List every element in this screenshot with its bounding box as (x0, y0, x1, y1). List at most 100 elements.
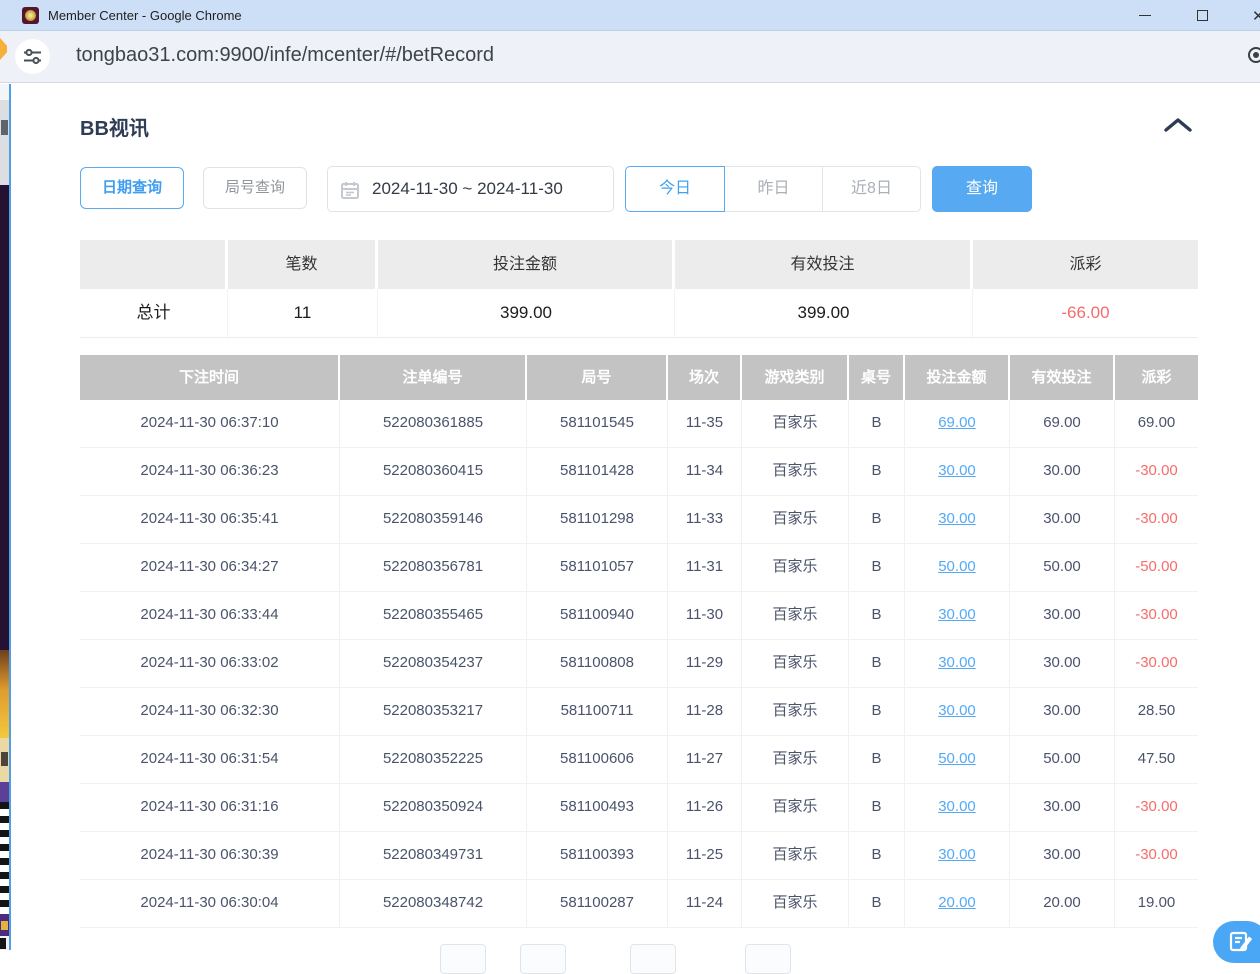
bet-header-cell: 场次 (668, 355, 742, 400)
table-row: 2024-11-30 06:35:41522080359146581101298… (80, 496, 1198, 544)
cell-payout: -30.00 (1115, 784, 1198, 831)
minimize-button[interactable] (1122, 0, 1168, 31)
cell-game-type: 百家乐 (742, 832, 849, 879)
cell-valid-bet: 50.00 (1010, 544, 1115, 591)
table-row: 2024-11-30 06:31:16522080350924581100493… (80, 784, 1198, 832)
summary-header-cell: 投注金额 (378, 240, 675, 289)
cell-session: 11-28 (668, 688, 742, 735)
tune-sliders-icon (23, 47, 42, 66)
cell-table-id: B (849, 448, 905, 495)
background-text-fragment (1, 120, 8, 135)
cell-round-id: 581100393 (527, 832, 668, 879)
table-row: 2024-11-30 06:30:04522080348742581100287… (80, 880, 1198, 928)
cell-valid-bet: 30.00 (1010, 592, 1115, 639)
target-icon[interactable] (1248, 47, 1260, 63)
cell-game-type: 百家乐 (742, 688, 849, 735)
summary-header-cell: 笔数 (228, 240, 378, 289)
background-page-strip (0, 100, 9, 185)
cell-bet-amount: 30.00 (905, 496, 1010, 543)
yesterday-tab[interactable]: 昨日 (724, 166, 823, 212)
cell-bet-time: 2024-11-30 06:36:23 (80, 448, 340, 495)
cell-payout: 69.00 (1115, 400, 1198, 447)
cell-round-id: 581100287 (527, 880, 668, 927)
cell-bet-amount: 30.00 (905, 832, 1010, 879)
bet-table-header-row: 下注时间注单编号局号场次游戏类别桌号投注金额有效投注派彩 (80, 355, 1198, 400)
cell-bet-time: 2024-11-30 06:30:39 (80, 832, 340, 879)
site-info-button[interactable] (15, 39, 50, 74)
cell-bet-amount: 50.00 (905, 544, 1010, 591)
bet-amount-link[interactable]: 69.00 (938, 414, 976, 431)
maximize-button[interactable] (1180, 0, 1226, 31)
background-text-fragment (1, 921, 8, 930)
date-range-picker[interactable]: 2024-11-30 ~ 2024-11-30 (327, 166, 614, 212)
pagination-button[interactable] (520, 944, 566, 974)
bet-header-cell: 有效投注 (1010, 355, 1115, 400)
bet-amount-link[interactable]: 30.00 (938, 798, 976, 815)
cell-valid-bet: 30.00 (1010, 640, 1115, 687)
cell-round-id: 581100606 (527, 736, 668, 783)
app-icon (22, 7, 39, 24)
qr-module (0, 938, 6, 949)
cell-session: 11-25 (668, 832, 742, 879)
cell-game-type: 百家乐 (742, 784, 849, 831)
minimize-icon (1139, 15, 1151, 16)
cell-order-id: 522080349731 (340, 832, 527, 879)
cell-bet-time: 2024-11-30 06:32:30 (80, 688, 340, 735)
bet-amount-link[interactable]: 50.00 (938, 558, 976, 575)
date-query-button[interactable]: 日期查询 (80, 167, 184, 209)
cell-table-id: B (849, 400, 905, 447)
cell-payout: 47.50 (1115, 736, 1198, 783)
chevron-up-icon (1163, 116, 1193, 134)
cell-session: 11-33 (668, 496, 742, 543)
bet-amount-link[interactable]: 30.00 (938, 462, 976, 479)
collapse-button[interactable] (1163, 116, 1195, 138)
bet-amount-link[interactable]: 30.00 (938, 702, 976, 719)
pagination-button[interactable] (440, 944, 486, 974)
close-button[interactable]: ✕ (1244, 0, 1260, 31)
bet-amount-link[interactable]: 30.00 (938, 510, 976, 527)
pagination-button[interactable] (630, 944, 676, 974)
cell-order-id: 522080354237 (340, 640, 527, 687)
background-page-strip (0, 914, 9, 936)
today-tab[interactable]: 今日 (625, 166, 725, 212)
summary-header-row: 笔数投注金额有效投注派彩 (80, 240, 1198, 289)
chat-button[interactable] (1213, 921, 1260, 963)
cell-round-id: 581101057 (527, 544, 668, 591)
cell-session: 11-26 (668, 784, 742, 831)
cell-valid-bet: 30.00 (1010, 832, 1115, 879)
summary-bet-amount: 399.00 (378, 289, 675, 337)
bet-header-cell: 桌号 (849, 355, 905, 400)
cell-round-id: 581101428 (527, 448, 668, 495)
cell-game-type: 百家乐 (742, 880, 849, 927)
address-input[interactable]: tongbao31.com:9900/infe/mcenter/#/betRec… (76, 44, 494, 67)
cell-valid-bet: 30.00 (1010, 448, 1115, 495)
bet-amount-link[interactable]: 30.00 (938, 654, 976, 671)
background-text-fragment (1, 752, 8, 766)
bet-header-cell: 下注时间 (80, 355, 340, 400)
panel-left-border (9, 84, 11, 950)
round-query-button[interactable]: 局号查询 (203, 167, 307, 209)
cell-payout: -30.00 (1115, 832, 1198, 879)
summary-header-cell: 派彩 (973, 240, 1198, 289)
pagination-button[interactable] (745, 944, 791, 974)
cell-payout: -30.00 (1115, 448, 1198, 495)
bet-header-cell: 游戏类别 (742, 355, 849, 400)
bet-amount-link[interactable]: 50.00 (938, 750, 976, 767)
bet-amount-link[interactable]: 20.00 (938, 894, 976, 911)
summary-header-cell (80, 240, 228, 289)
cell-order-id: 522080353217 (340, 688, 527, 735)
cell-session: 11-27 (668, 736, 742, 783)
cell-payout: -50.00 (1115, 544, 1198, 591)
cell-valid-bet: 30.00 (1010, 784, 1115, 831)
window-titlebar: Member Center - Google Chrome ✕ (0, 0, 1260, 31)
cell-session: 11-29 (668, 640, 742, 687)
bet-amount-link[interactable]: 30.00 (938, 846, 976, 863)
cell-payout: -30.00 (1115, 496, 1198, 543)
bet-record-table: 下注时间注单编号局号场次游戏类别桌号投注金额有效投注派彩 2024-11-30 … (80, 355, 1198, 928)
cell-session: 11-35 (668, 400, 742, 447)
bet-amount-link[interactable]: 30.00 (938, 606, 976, 623)
cell-bet-time: 2024-11-30 06:33:02 (80, 640, 340, 687)
search-button[interactable]: 查询 (932, 166, 1032, 212)
url-bar: tongbao31.com:9900/infe/mcenter/#/betRec… (0, 31, 1260, 83)
last-8-days-tab[interactable]: 近8日 (822, 166, 921, 212)
